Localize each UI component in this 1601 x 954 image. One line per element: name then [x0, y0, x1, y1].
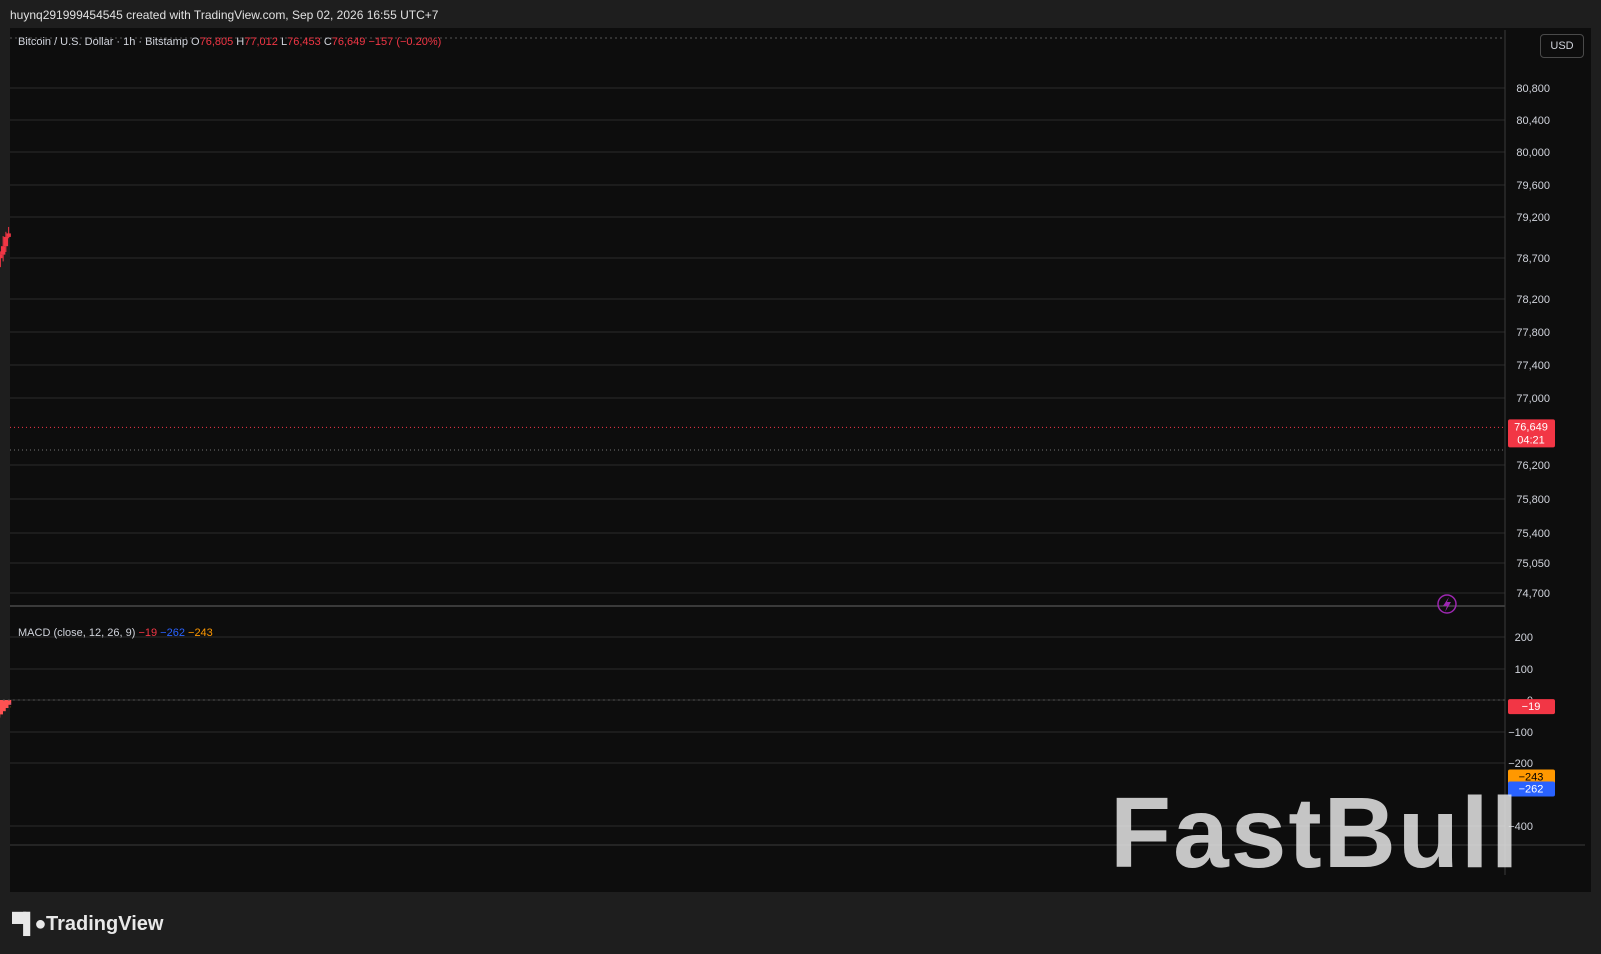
- macd-tick-label: 100: [1515, 664, 1533, 676]
- last-price-badge-text: 76,649: [1514, 421, 1548, 433]
- candles: [0, 226, 11, 268]
- lightning-icon[interactable]: [1437, 594, 1457, 614]
- price-tick-label: 78,700: [1516, 253, 1550, 265]
- open-label: O: [191, 36, 200, 48]
- price-tick-label: 77,400: [1516, 360, 1550, 372]
- price-tick-label: 79,200: [1516, 212, 1550, 224]
- macd-legend: MACD (close, 12, 26, 9) −19 −262 −243: [18, 627, 213, 639]
- macd-hist-value: −19: [138, 627, 158, 639]
- symbol-label: Bitcoin / U.S. Dollar · 1h · Bitstamp: [18, 36, 188, 48]
- price-tick-label: 80,000: [1516, 147, 1550, 159]
- price-tick-label: 75,050: [1516, 558, 1550, 570]
- price-tick-label: 76,200: [1516, 460, 1550, 472]
- currency-button[interactable]: USD: [1540, 34, 1584, 58]
- macd-lines: [10, 703, 11, 708]
- price-tick-label: 80,400: [1516, 115, 1550, 127]
- last-price-line: [10, 426, 1505, 451]
- axes: 80,800 80,400 80,000 79,600 79,200 78,700 78,2…: [1508, 83, 1550, 833]
- macd-tick-label: −100: [1508, 727, 1533, 739]
- histogram-bar: [0, 700, 3, 715]
- close-value: 76,649: [331, 36, 366, 48]
- price-tick-label: 78,200: [1516, 294, 1550, 306]
- hist-badge-text: −19: [1522, 701, 1541, 713]
- price-tick-label: 74,700: [1516, 588, 1550, 600]
- macd-badge-text: −262: [1519, 784, 1544, 796]
- candle-body: [0, 254, 3, 259]
- price-tick-label: 77,000: [1516, 393, 1550, 405]
- macd-line: [10, 703, 11, 705]
- price-tick-label: 79,600: [1516, 180, 1550, 192]
- signal-line: [10, 706, 11, 708]
- macd-tick-label: −200: [1508, 758, 1533, 770]
- price-legend: Bitcoin / U.S. Dollar · 1h · Bitstamp O7…: [18, 36, 441, 48]
- macd-histogram: [0, 699, 1505, 718]
- macd-tick-label: 200: [1515, 632, 1533, 644]
- tradingview-logo[interactable]: ▀▌● TradingView: [12, 913, 163, 936]
- macd-line-value: −262: [160, 627, 185, 639]
- change-value: −157 (−0.20%): [368, 36, 442, 48]
- open-value: 76,805: [199, 36, 234, 48]
- macd-name: MACD (close, 12, 26, 9): [18, 627, 136, 639]
- candle-body: [6, 233, 11, 237]
- price-tick-label: 80,800: [1516, 83, 1550, 95]
- candle-body: [0, 246, 6, 255]
- price-tick-label: 77,800: [1516, 327, 1550, 339]
- close-label: C: [323, 36, 332, 48]
- value-badges: 76,64904:21−19−243−262: [1508, 419, 1555, 797]
- grid: [10, 30, 1585, 875]
- tradingview-icon: ▀▌●: [12, 913, 46, 935]
- price-tick-label: 75,800: [1516, 494, 1550, 506]
- low-value: 76,453: [287, 36, 321, 48]
- candle-body: [3, 236, 9, 247]
- macd-signal-value: −243: [188, 627, 213, 639]
- fastbull-watermark: FastBull: [1110, 777, 1521, 889]
- high-value: 77,012: [244, 36, 278, 48]
- tradingview-label: TradingView: [46, 913, 164, 935]
- last-price-badge-text: 04:21: [1517, 434, 1545, 446]
- price-tick-label: 75,400: [1516, 528, 1550, 540]
